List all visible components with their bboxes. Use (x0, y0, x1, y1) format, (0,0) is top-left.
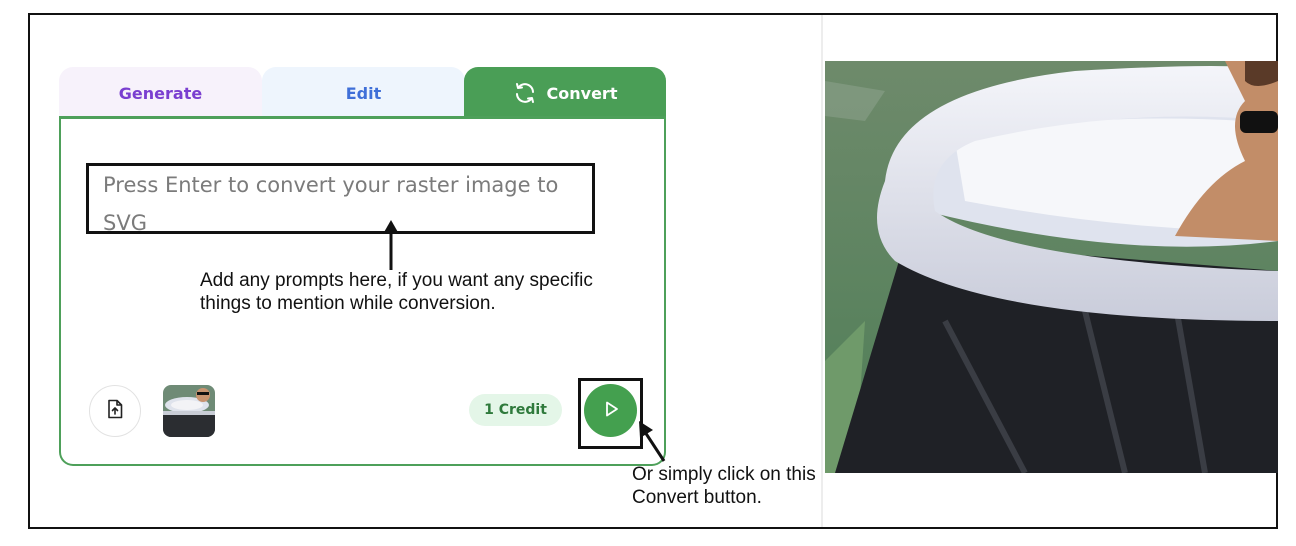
tab-edit[interactable]: Edit (262, 67, 465, 119)
convert-annotation: Or simply click on this Convert button. (632, 464, 816, 508)
preview-image (825, 61, 1278, 473)
credit-badge: 1 Credit (469, 394, 562, 426)
prompt-highlight-box (86, 163, 595, 234)
annotation-arrow-up (383, 220, 399, 270)
annotation-arrow-diagonal (639, 421, 666, 462)
convert-highlight-box (578, 378, 643, 449)
pane-divider (821, 15, 823, 527)
prompt-annotation: Add any prompts here, if you want any sp… (200, 270, 593, 314)
tab-edit-label: Edit (345, 83, 382, 103)
tab-convert-label: Convert (546, 83, 618, 103)
tab-generate-label: Generate (118, 83, 203, 103)
uploaded-image-thumbnail[interactable] (163, 385, 215, 437)
file-upload-icon (106, 399, 124, 423)
tab-generate[interactable]: Generate (59, 67, 262, 119)
upload-file-button[interactable] (89, 385, 141, 437)
tab-convert[interactable]: Convert (464, 67, 666, 119)
refresh-icon (513, 81, 537, 105)
